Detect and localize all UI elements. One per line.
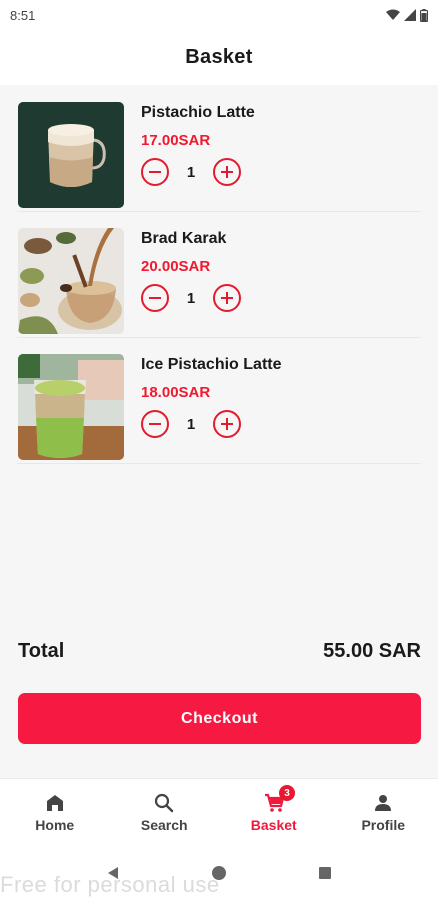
decrease-quantity-button[interactable] (141, 410, 169, 438)
nav-item-profile[interactable]: Profile (329, 779, 438, 846)
nav-label: Basket (250, 817, 297, 833)
checkout-button[interactable]: Checkout (18, 693, 421, 744)
total-label: Total (18, 640, 65, 662)
total-row: Total 55.00 SAR (18, 640, 421, 663)
bottom-nav: Home Search 3 Basket Profile (0, 778, 438, 846)
minus-icon (149, 171, 161, 173)
nav-item-basket[interactable]: 3 Basket (219, 779, 329, 846)
page-title: Basket (185, 46, 253, 68)
status-bar: 8:51 (0, 0, 438, 30)
decrease-quantity-button[interactable] (141, 158, 169, 186)
search-icon (155, 793, 174, 813)
watermark: Free for personal use (0, 872, 220, 897)
basket-item: Brad Karak 20.00SAR 1 (17, 212, 421, 338)
quantity-stepper: 1 (141, 158, 241, 186)
minus-icon (149, 423, 161, 425)
increase-quantity-button[interactable] (213, 284, 241, 312)
item-price: 20.00SAR (141, 258, 211, 275)
item-name: Brad Karak (141, 230, 227, 247)
home-icon (46, 795, 63, 811)
status-icons (386, 8, 428, 22)
plus-icon (221, 418, 233, 430)
decrease-quantity-button[interactable] (141, 284, 169, 312)
karak-tea-image[interactable] (18, 228, 124, 334)
nav-item-home[interactable]: Home (0, 779, 110, 846)
quantity-stepper: 1 (141, 410, 241, 438)
person-icon (375, 795, 392, 811)
recents-icon[interactable] (317, 865, 333, 881)
nav-label: Home (35, 817, 75, 833)
item-price: 18.00SAR (141, 384, 211, 401)
basket-list: Pistachio Latte 17.00SAR 1 Brad Karak 20… (0, 86, 438, 464)
increase-quantity-button[interactable] (213, 158, 241, 186)
basket-item: Pistachio Latte 17.00SAR 1 (17, 86, 421, 212)
nav-label: Profile (361, 817, 406, 833)
cart-count-badge: 3 (279, 785, 295, 801)
status-time: 8:51 (10, 7, 36, 23)
plus-icon (221, 292, 233, 304)
battery-icon (420, 8, 428, 22)
quantity-value: 1 (186, 163, 196, 181)
item-name: Ice Pistachio Latte (141, 356, 282, 373)
quantity-value: 1 (186, 289, 196, 307)
item-price: 17.00SAR (141, 132, 211, 149)
item-name: Pistachio Latte (141, 104, 255, 121)
increase-quantity-button[interactable] (213, 410, 241, 438)
signal-icon (404, 9, 416, 21)
total-value: 55.00 SAR (323, 640, 421, 662)
basket-item: Ice Pistachio Latte 18.00SAR 1 (17, 338, 421, 464)
plus-icon (221, 166, 233, 178)
iced-pistachio-latte-image[interactable] (18, 354, 124, 460)
app-header: Basket (0, 30, 438, 85)
nav-item-search[interactable]: Search (110, 779, 220, 846)
quantity-stepper: 1 (141, 284, 241, 312)
pistachio-latte-image[interactable] (18, 102, 124, 208)
nav-label: Search (140, 817, 188, 833)
quantity-value: 1 (186, 415, 196, 433)
wifi-icon (386, 9, 400, 20)
minus-icon (149, 297, 161, 299)
